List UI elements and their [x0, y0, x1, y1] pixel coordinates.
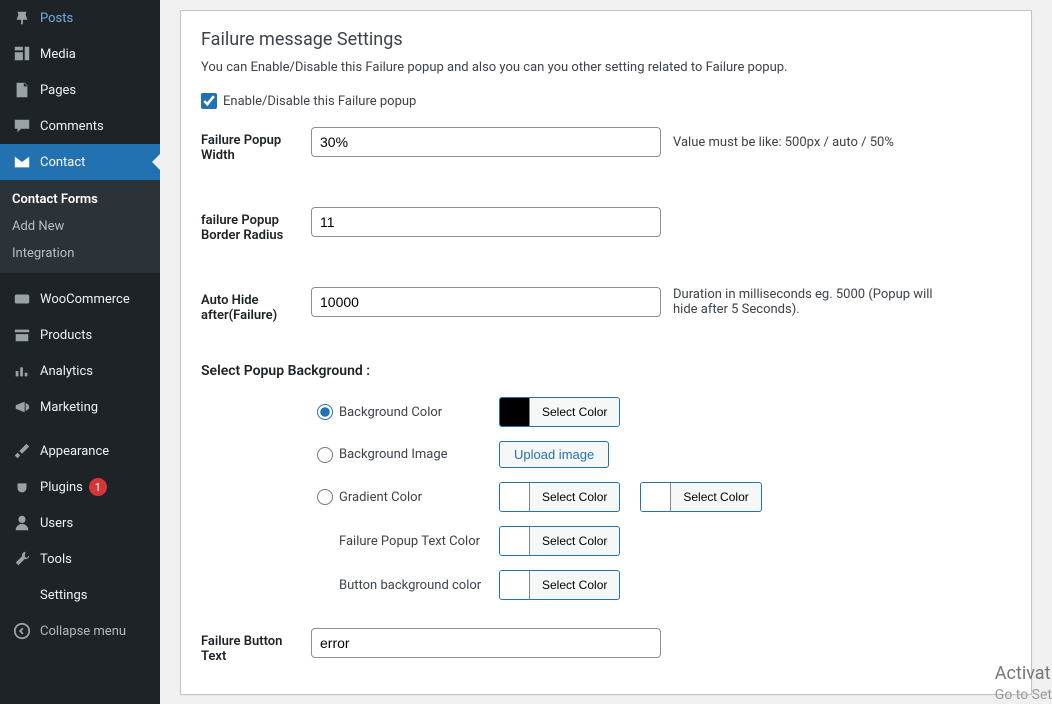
- radio-gradient-label: Gradient Color: [339, 490, 499, 505]
- sidebar-label: Tools: [40, 552, 72, 567]
- sidebar-label: Plugins: [40, 480, 83, 495]
- wrench-icon: [12, 549, 32, 569]
- autohide-input[interactable]: [311, 287, 661, 317]
- sidebar-item-contact[interactable]: Contact: [0, 144, 160, 180]
- megaphone-icon: [12, 397, 32, 417]
- text-color-swatch[interactable]: [500, 527, 530, 555]
- plug-icon: [12, 477, 32, 497]
- bg-color-swatch[interactable]: [500, 398, 530, 426]
- autohide-hint: Duration in milliseconds eg. 5000 (Popup…: [673, 287, 933, 317]
- bg-section-label: Select Popup Background :: [201, 363, 370, 379]
- enable-checkbox[interactable]: [201, 93, 217, 109]
- sidebar-item-analytics[interactable]: Analytics: [0, 353, 160, 389]
- sidebar-item-posts[interactable]: Posts: [0, 0, 160, 36]
- width-label: Failure Popup Width: [201, 127, 311, 163]
- comment-icon: [12, 116, 32, 136]
- radio-bg-color[interactable]: [317, 404, 333, 420]
- width-input[interactable]: [311, 127, 661, 157]
- bg-color-select-button[interactable]: Select Color: [530, 398, 619, 426]
- radio-bg-image[interactable]: [317, 447, 333, 463]
- user-icon: [12, 513, 32, 533]
- mail-icon: [12, 152, 32, 172]
- submenu-contact-forms[interactable]: Contact Forms: [0, 186, 160, 213]
- button-bg-label: Button background color: [339, 578, 499, 593]
- gradient-select-1[interactable]: Select Color: [530, 483, 619, 511]
- sidebar-item-media[interactable]: Media: [0, 36, 160, 72]
- submenu-add-new[interactable]: Add New: [0, 213, 160, 240]
- media-icon: [12, 44, 32, 64]
- sidebar-label: Pages: [40, 83, 76, 98]
- main-content: Failure message Settings You can Enable/…: [180, 0, 1032, 695]
- page-icon: [12, 80, 32, 100]
- sidebar-item-settings[interactable]: Settings: [0, 577, 160, 613]
- radio-bg-color-label: Background Color: [339, 405, 499, 420]
- sidebar-label: Contact: [40, 155, 85, 170]
- enable-checkbox-label: Enable/Disable this Failure popup: [223, 94, 416, 109]
- collapse-icon: [12, 621, 32, 641]
- sliders-icon: [12, 585, 32, 605]
- text-color-label: Failure Popup Text Color: [339, 534, 499, 549]
- sidebar-label: Marketing: [40, 400, 98, 415]
- autohide-label: Auto Hide after(Failure): [201, 287, 311, 323]
- sidebar-item-pages[interactable]: Pages: [0, 72, 160, 108]
- sidebar-item-users[interactable]: Users: [0, 505, 160, 541]
- sidebar-label: Analytics: [40, 364, 93, 379]
- chart-icon: [12, 361, 32, 381]
- sidebar-label: Media: [40, 47, 76, 62]
- sidebar-label: Comments: [40, 119, 104, 134]
- submenu-integration[interactable]: Integration: [0, 240, 160, 267]
- sidebar-item-marketing[interactable]: Marketing: [0, 389, 160, 425]
- button-bg-select[interactable]: Select Color: [530, 571, 619, 599]
- sidebar-label: Users: [40, 516, 73, 531]
- upload-image-button[interactable]: Upload image: [499, 441, 609, 468]
- sidebar-item-plugins[interactable]: Plugins 1: [0, 469, 160, 505]
- sidebar-item-appearance[interactable]: Appearance: [0, 433, 160, 469]
- gradient-swatch-2[interactable]: [641, 483, 671, 511]
- sidebar-item-products[interactable]: Products: [0, 317, 160, 353]
- button-text-label: Failure Button Text: [201, 628, 311, 664]
- button-bg-swatch[interactable]: [500, 571, 530, 599]
- radio-bg-image-label: Background Image: [339, 447, 499, 462]
- windows-activation-watermark: Activat Go to Set: [995, 662, 1052, 704]
- sidebar-item-comments[interactable]: Comments: [0, 108, 160, 144]
- sidebar-label: Appearance: [40, 444, 109, 459]
- radius-input[interactable]: [311, 207, 661, 237]
- gradient-swatch-1[interactable]: [500, 483, 530, 511]
- sidebar-item-tools[interactable]: Tools: [0, 541, 160, 577]
- gradient-select-2[interactable]: Select Color: [671, 483, 760, 511]
- collapse-menu[interactable]: Collapse menu: [0, 613, 160, 649]
- section-title: Failure message Settings: [201, 29, 1011, 50]
- button-text-input[interactable]: [311, 628, 661, 658]
- text-color-select[interactable]: Select Color: [530, 527, 619, 555]
- radio-gradient[interactable]: [317, 489, 333, 505]
- brush-icon: [12, 441, 32, 461]
- sidebar-label: WooCommerce: [40, 292, 130, 307]
- radius-label: failure Popup Border Radius: [201, 207, 311, 243]
- sidebar-item-woocommerce[interactable]: WooCommerce: [0, 281, 160, 317]
- settings-panel: Failure message Settings You can Enable/…: [180, 10, 1032, 695]
- plugins-update-badge: 1: [89, 478, 107, 496]
- sidebar-label: Posts: [40, 11, 73, 26]
- sidebar-label: Products: [40, 328, 92, 343]
- width-hint: Value must be like: 500px / auto / 50%: [673, 135, 894, 150]
- products-icon: [12, 325, 32, 345]
- woo-icon: [12, 289, 32, 309]
- pin-icon: [12, 8, 32, 28]
- collapse-label: Collapse menu: [40, 624, 126, 639]
- admin-sidebar: Posts Media Pages Comments Contact Conta…: [0, 0, 160, 704]
- contact-submenu: Contact Forms Add New Integration: [0, 180, 160, 273]
- section-description: You can Enable/Disable this Failure popu…: [201, 60, 1011, 75]
- sidebar-label: Settings: [40, 588, 87, 603]
